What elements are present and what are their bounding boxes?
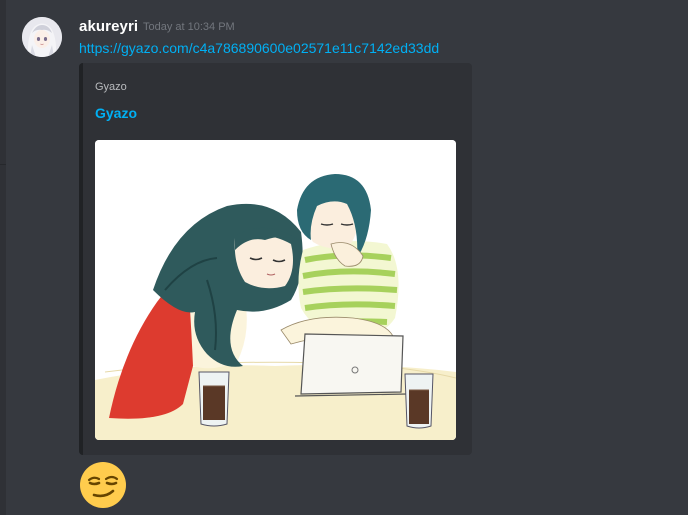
user-avatar[interactable] xyxy=(22,17,62,57)
server-list-edge xyxy=(0,0,6,515)
embed-title-link[interactable]: Gyazo xyxy=(95,105,137,121)
embed-accent-bar xyxy=(79,63,83,455)
embed-image[interactable] xyxy=(95,140,456,440)
illustration-icon xyxy=(95,140,456,440)
link-embed: Gyazo Gyazo xyxy=(79,63,472,455)
smirk-emoji-icon[interactable] xyxy=(79,461,127,509)
edge-divider xyxy=(0,164,6,165)
message-timestamp: Today at 10:34 PM xyxy=(143,21,235,33)
message-username[interactable]: akureyri xyxy=(79,18,138,35)
embed-provider: Gyazo xyxy=(95,81,127,93)
smirking-face-icon xyxy=(80,462,126,508)
message-link[interactable]: https://gyazo.com/c4a786890600e02571e11c… xyxy=(79,40,439,56)
avatar-icon xyxy=(22,17,62,57)
